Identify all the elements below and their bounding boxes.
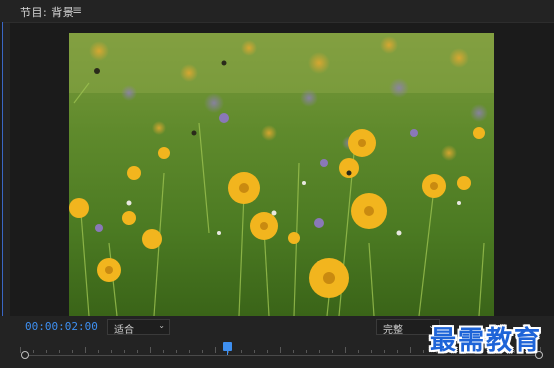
ruler-tick bbox=[423, 350, 424, 353]
ruler-tick bbox=[254, 350, 255, 353]
chevron-down-icon: ⌄ bbox=[158, 321, 165, 330]
ruler-tick bbox=[397, 350, 398, 353]
ruler-tick bbox=[137, 350, 138, 353]
watermark-logo: 最需教育 bbox=[430, 326, 543, 356]
ruler-tick bbox=[59, 350, 60, 353]
ruler-tick bbox=[319, 350, 320, 353]
ruler-tick bbox=[176, 350, 177, 353]
playhead-marker[interactable] bbox=[223, 342, 232, 351]
meadow-image bbox=[69, 33, 494, 316]
program-monitor-header: 节目: 背景 ≡ bbox=[0, 0, 554, 23]
ruler-tick bbox=[85, 347, 86, 353]
ruler-tick bbox=[124, 350, 125, 353]
ruler-tick bbox=[33, 350, 34, 353]
zoom-fit-value: 适合 bbox=[114, 325, 134, 336]
ruler-tick bbox=[358, 350, 359, 353]
playback-resolution-value: 完整 bbox=[383, 325, 403, 336]
ruler-tick bbox=[111, 350, 112, 353]
ruler-tick bbox=[72, 350, 73, 353]
ruler-tick bbox=[371, 350, 372, 353]
ruler-tick bbox=[46, 350, 47, 353]
ruler-tick bbox=[202, 350, 203, 353]
ruler-tick bbox=[150, 347, 151, 353]
zoom-fit-dropdown[interactable]: 适合 ⌄ bbox=[107, 319, 170, 336]
ruler-tick bbox=[384, 350, 385, 353]
video-frame bbox=[69, 33, 494, 316]
playhead-timecode[interactable]: 00:00:02:00 bbox=[25, 320, 98, 333]
ruler-tick bbox=[163, 350, 164, 353]
ruler-tick bbox=[293, 350, 294, 353]
panel-menu-icon[interactable]: ≡ bbox=[72, 3, 82, 17]
ruler-tick bbox=[332, 350, 333, 353]
zoom-handle-left[interactable] bbox=[21, 351, 29, 359]
ruler-tick bbox=[306, 350, 307, 353]
ruler-tick bbox=[98, 350, 99, 353]
ruler-tick bbox=[410, 347, 411, 353]
ruler-tick bbox=[189, 350, 190, 353]
panel-title[interactable]: 节目: 背景 bbox=[20, 4, 74, 20]
ruler-tick bbox=[267, 350, 268, 353]
ruler-tick bbox=[215, 347, 216, 353]
ruler-tick bbox=[345, 347, 346, 353]
ruler-tick bbox=[280, 347, 281, 353]
ruler-tick bbox=[241, 350, 242, 353]
